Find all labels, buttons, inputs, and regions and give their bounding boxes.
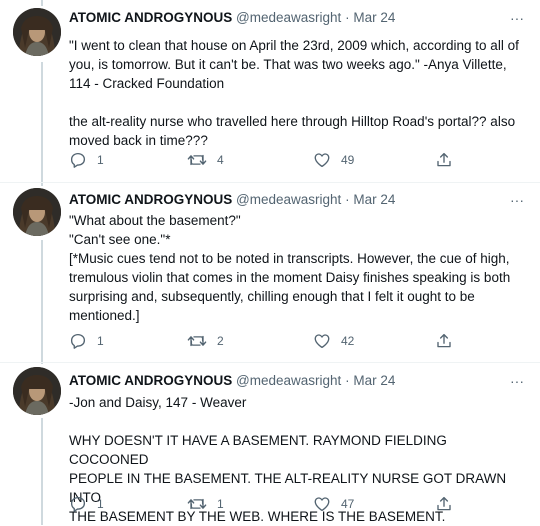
text-line: -Jon and Daisy, 147 - Weaver <box>69 395 247 410</box>
reply-count: 1 <box>97 497 104 511</box>
reply-icon <box>69 495 87 513</box>
reply-button[interactable]: 1 <box>69 494 104 514</box>
display-name[interactable]: ATOMIC ANDROGYNOUS <box>69 373 232 388</box>
text-line <box>69 412 524 431</box>
avatar[interactable] <box>13 367 61 415</box>
share-button[interactable] <box>435 494 453 514</box>
tweet-actions: 1 1 47 <box>69 494 469 514</box>
separator-dot: · <box>345 373 350 388</box>
tweet[interactable]: ATOMIC ANDROGYNOUS @medeawasright · Mar … <box>0 0 540 525</box>
like-button[interactable]: 47 <box>313 494 354 514</box>
more-icon[interactable]: ··· <box>508 374 526 394</box>
retweet-icon <box>187 495 207 513</box>
tweet-date[interactable]: Mar 24 <box>353 373 395 388</box>
tweet-header: ATOMIC ANDROGYNOUS @medeawasright · Mar … <box>69 372 395 390</box>
user-handle[interactable]: @medeawasright <box>236 373 341 388</box>
share-icon <box>435 495 453 513</box>
text-line: WHY DOESN'T IT HAVE A BASEMENT. RAYMOND … <box>69 433 447 467</box>
retweet-button[interactable]: 1 <box>187 494 224 514</box>
like-icon <box>313 495 331 513</box>
like-count: 47 <box>341 497 355 511</box>
retweet-count: 1 <box>217 497 224 511</box>
